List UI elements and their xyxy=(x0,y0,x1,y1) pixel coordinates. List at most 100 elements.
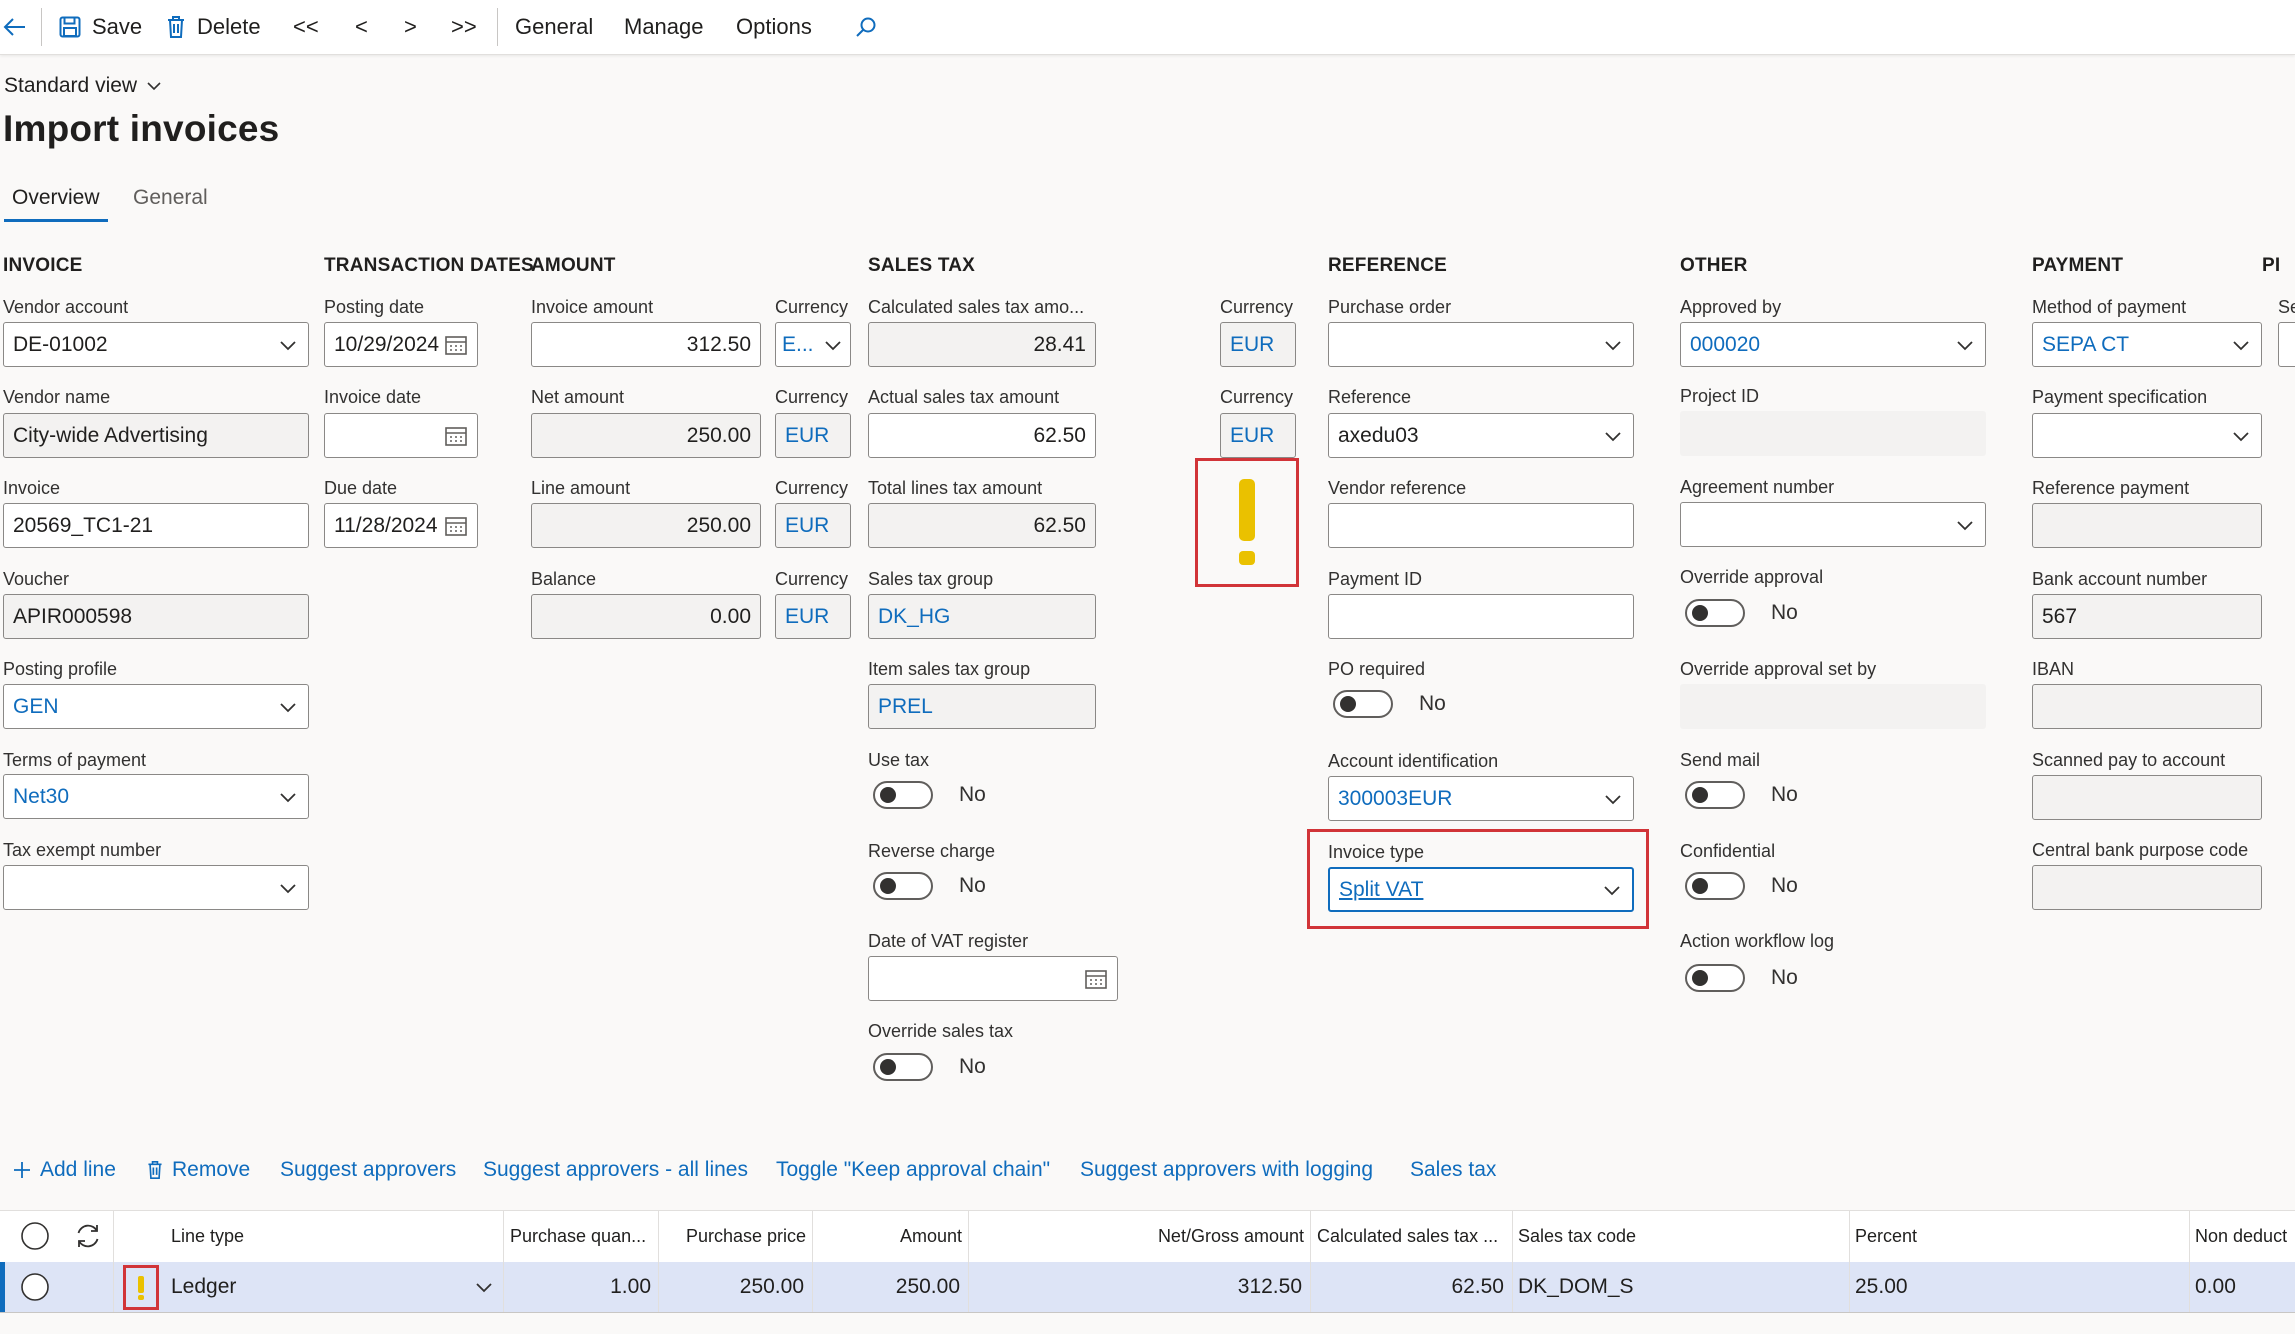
select-all-checkbox[interactable] xyxy=(20,1211,50,1261)
invoice-number-field[interactable]: 20569_TC1-21 xyxy=(3,503,309,548)
tab-general[interactable]: General xyxy=(133,186,208,210)
reverse-charge-toggle[interactable]: No xyxy=(873,872,986,900)
approved-by-field[interactable]: 000020 xyxy=(1680,322,1986,367)
chevron-down-icon[interactable] xyxy=(1602,334,1624,356)
account-identification-field[interactable]: 300003EUR xyxy=(1328,776,1634,821)
row-select-checkbox[interactable] xyxy=(20,1262,50,1312)
save-button[interactable]: Save xyxy=(58,0,142,54)
non-deductible-cell[interactable]: 0.00 xyxy=(2195,1262,2236,1312)
refresh-button[interactable] xyxy=(74,1211,102,1261)
toggle-switch[interactable] xyxy=(873,781,933,809)
payment-specification-field[interactable] xyxy=(2032,413,2262,458)
po-required-toggle[interactable]: No xyxy=(1333,690,1446,718)
toggle-switch[interactable] xyxy=(873,1053,933,1081)
action-workflow-log-toggle[interactable]: No xyxy=(1685,964,1798,992)
calculated-sales-tax-cell[interactable]: 62.50 xyxy=(1310,1262,1504,1312)
cut-off-field[interactable] xyxy=(2278,322,2295,367)
last-record-button[interactable]: >> xyxy=(451,0,477,54)
confidential-toggle[interactable]: No xyxy=(1685,872,1798,900)
purchase-price-cell[interactable]: 250.00 xyxy=(658,1262,804,1312)
purchase-order-field[interactable] xyxy=(1328,322,1634,367)
line-currency-value[interactable]: EUR xyxy=(785,514,841,538)
column-header-sales-tax-code[interactable]: Sales tax code xyxy=(1518,1211,1636,1261)
posting-date-field[interactable]: 10/29/2024 xyxy=(324,322,478,367)
purchase-quantity-cell[interactable]: 1.00 xyxy=(503,1262,651,1312)
back-button[interactable] xyxy=(2,0,28,54)
column-header-amount[interactable]: Amount xyxy=(812,1211,962,1261)
chevron-down-icon[interactable] xyxy=(1602,788,1624,810)
chevron-down-icon[interactable] xyxy=(1954,514,1976,536)
vendor-reference-field[interactable] xyxy=(1328,503,1634,548)
sales-tax-button[interactable]: Sales tax xyxy=(1410,1158,1496,1182)
column-header-purchase-price[interactable]: Purchase price xyxy=(658,1211,806,1261)
chevron-down-icon[interactable] xyxy=(277,877,299,899)
search-button[interactable] xyxy=(854,0,878,54)
sales-tax-currency-value[interactable]: EUR xyxy=(1230,333,1286,357)
chevron-down-icon[interactable] xyxy=(822,334,844,356)
net-currency-value[interactable]: EUR xyxy=(785,424,841,448)
invoice-date-field[interactable] xyxy=(324,413,478,458)
chevron-down-icon[interactable] xyxy=(1602,425,1624,447)
sales-tax-code-cell[interactable]: DK_DOM_S xyxy=(1518,1262,1634,1312)
chevron-down-icon[interactable] xyxy=(473,1276,495,1298)
override-approval-toggle[interactable]: No xyxy=(1685,599,1798,627)
chevron-down-icon[interactable] xyxy=(277,786,299,808)
column-header-percent[interactable]: Percent xyxy=(1855,1211,1917,1261)
reference-field[interactable]: axedu03 xyxy=(1328,413,1634,458)
manage-menu[interactable]: Manage xyxy=(624,0,704,54)
item-sales-tax-group-value[interactable]: PREL xyxy=(878,695,1086,719)
calendar-icon[interactable] xyxy=(444,514,468,538)
posting-profile-field[interactable]: GEN xyxy=(3,684,309,729)
amount-cell[interactable]: 250.00 xyxy=(812,1262,960,1312)
previous-record-button[interactable]: < xyxy=(355,0,368,54)
general-menu[interactable]: General xyxy=(515,0,593,54)
calendar-icon[interactable] xyxy=(444,424,468,448)
actual-tax-currency-value[interactable]: EUR xyxy=(1230,424,1286,448)
use-tax-toggle[interactable]: No xyxy=(873,781,986,809)
tax-exempt-field[interactable] xyxy=(3,865,309,910)
vendor-account-field[interactable]: DE-01002 xyxy=(3,322,309,367)
due-date-field[interactable]: 11/28/2024 xyxy=(324,503,478,548)
chevron-down-icon[interactable] xyxy=(277,696,299,718)
suggest-approvers-logging-button[interactable]: Suggest approvers with logging xyxy=(1080,1158,1373,1182)
invoice-currency-field[interactable]: E... xyxy=(775,322,851,367)
toggle-keep-approval-chain-button[interactable]: Toggle "Keep approval chain" xyxy=(776,1158,1050,1182)
override-sales-tax-toggle[interactable]: No xyxy=(873,1053,986,1081)
toggle-switch[interactable] xyxy=(1685,964,1745,992)
add-line-button[interactable]: Add line xyxy=(12,1158,116,1182)
agreement-number-field[interactable] xyxy=(1680,502,1986,547)
toggle-switch[interactable] xyxy=(1685,781,1745,809)
sales-tax-group-value[interactable]: DK_HG xyxy=(878,605,1086,629)
chevron-down-icon[interactable] xyxy=(277,334,299,356)
invoice-amount-field[interactable]: 312.50 xyxy=(531,322,761,367)
balance-currency-value[interactable]: EUR xyxy=(785,605,841,629)
terms-of-payment-field[interactable]: Net30 xyxy=(3,774,309,819)
calendar-icon[interactable] xyxy=(444,333,468,357)
send-mail-toggle[interactable]: No xyxy=(1685,781,1798,809)
next-record-button[interactable]: > xyxy=(404,0,417,54)
toggle-switch[interactable] xyxy=(1685,599,1745,627)
actual-sales-tax-field[interactable]: 62.50 xyxy=(868,413,1096,458)
chevron-down-icon[interactable] xyxy=(1954,334,1976,356)
payment-id-field[interactable] xyxy=(1328,594,1634,639)
column-header-line-type[interactable]: Line type xyxy=(171,1211,244,1261)
chevron-down-icon[interactable] xyxy=(2230,425,2252,447)
column-header-net-gross-amount[interactable]: Net/Gross amount xyxy=(968,1211,1304,1261)
toggle-switch[interactable] xyxy=(1333,690,1393,718)
toggle-switch[interactable] xyxy=(1685,872,1745,900)
suggest-approvers-all-lines-button[interactable]: Suggest approvers - all lines xyxy=(483,1158,748,1182)
percent-cell[interactable]: 25.00 xyxy=(1855,1262,1908,1312)
chevron-down-icon[interactable] xyxy=(2230,334,2252,356)
column-header-purchase-quantity[interactable]: Purchase quan... xyxy=(510,1211,646,1261)
options-menu[interactable]: Options xyxy=(736,0,812,54)
method-of-payment-field[interactable]: SEPA CT xyxy=(2032,322,2262,367)
remove-line-button[interactable]: Remove xyxy=(146,1158,250,1182)
tab-overview[interactable]: Overview xyxy=(12,186,100,210)
invoice-type-field[interactable]: Split VAT xyxy=(1328,867,1634,912)
chevron-down-icon[interactable] xyxy=(1601,879,1623,901)
first-record-button[interactable]: << xyxy=(293,0,319,54)
net-gross-amount-cell[interactable]: 312.50 xyxy=(968,1262,1302,1312)
vat-register-date-field[interactable] xyxy=(868,956,1118,1001)
toggle-switch[interactable] xyxy=(873,872,933,900)
suggest-approvers-button[interactable]: Suggest approvers xyxy=(280,1158,456,1182)
